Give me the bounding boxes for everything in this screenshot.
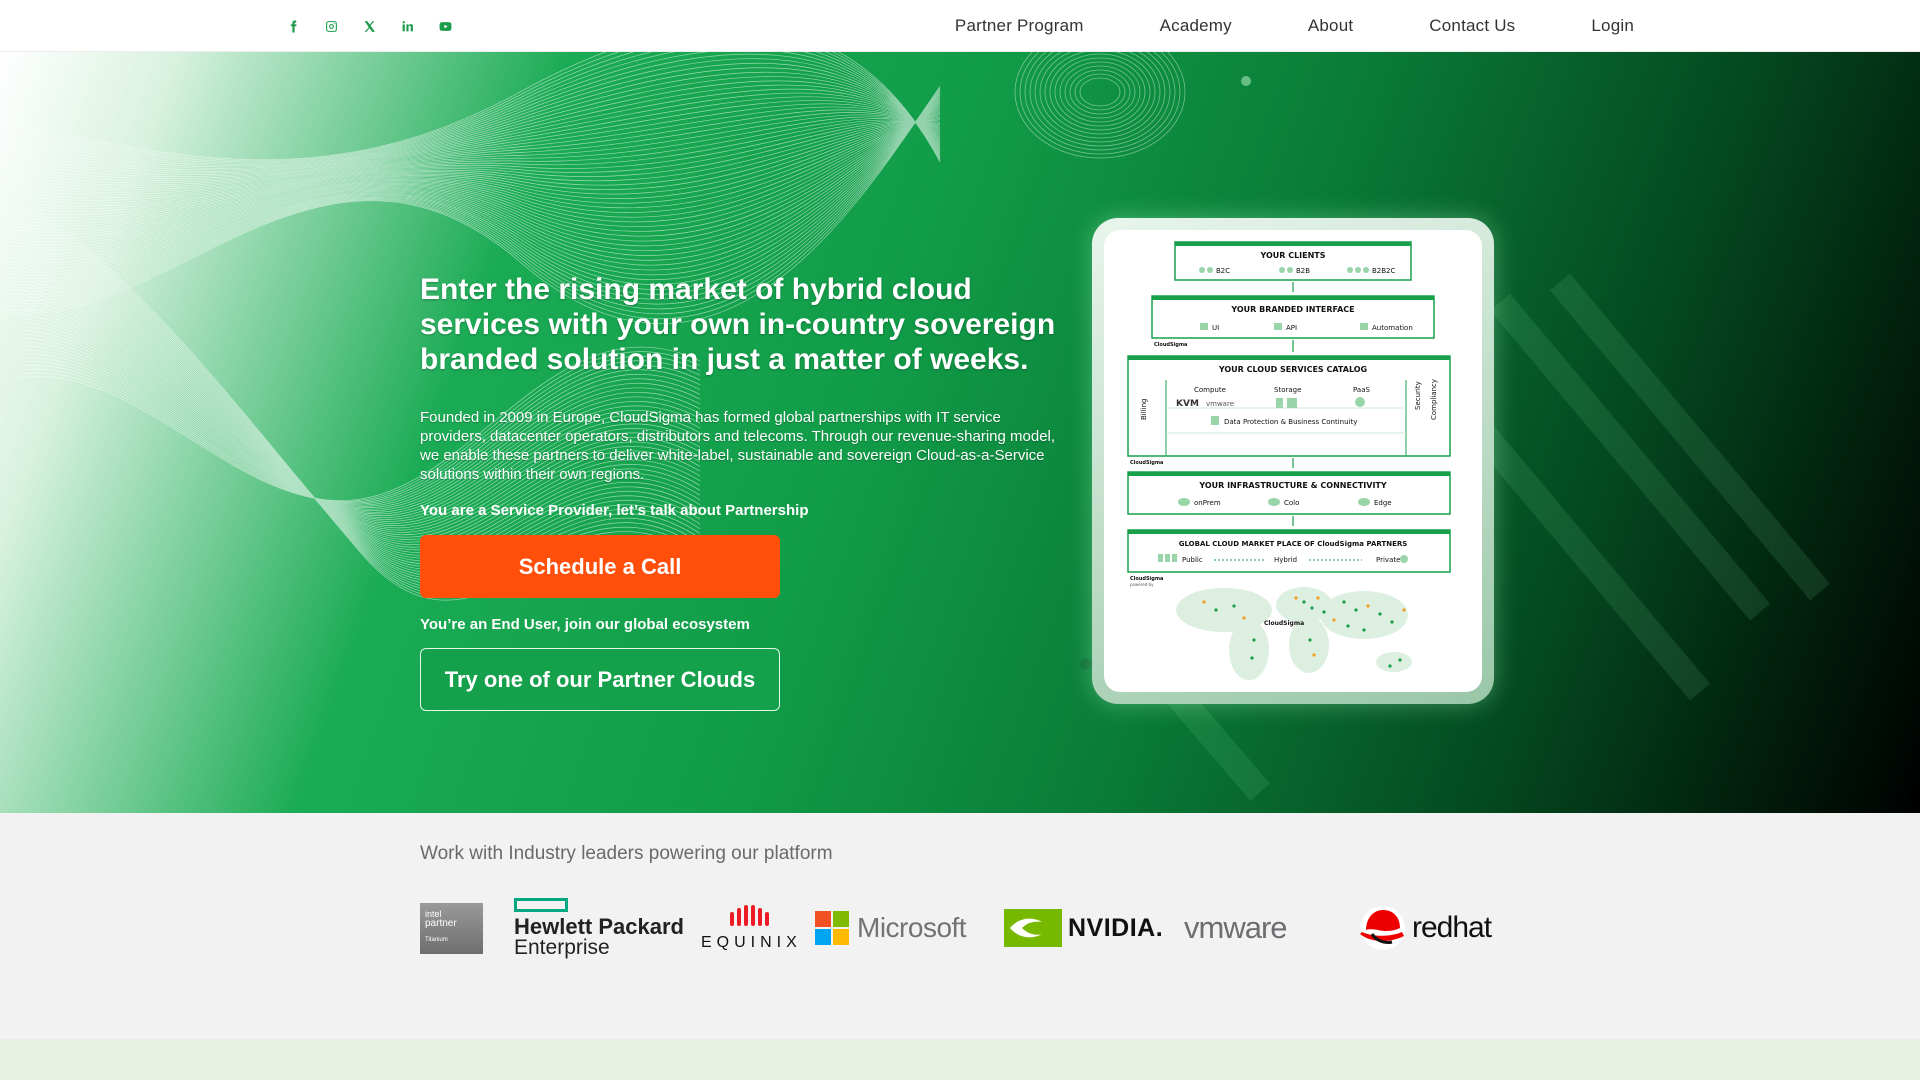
infra-edge: Edge (1374, 499, 1392, 507)
microsoft-logo-text: Microsoft (857, 912, 967, 943)
map-location-dot (1202, 600, 1206, 604)
vmware-mini-label: vmware (1206, 400, 1234, 408)
map-location-dot (1308, 638, 1312, 642)
world-map-graphic (1176, 587, 1412, 680)
youtube-icon[interactable] (435, 16, 455, 36)
map-location-dot (1242, 616, 1246, 620)
hero-content: Enter the rising market of hybrid cloud … (420, 272, 1060, 711)
intel-partner-logo: intel partner Titanium (420, 883, 483, 973)
clients-title: YOUR CLIENTS (1259, 251, 1325, 260)
client-b2b2c: B2B2C (1372, 267, 1396, 275)
map-location-dot (1316, 596, 1320, 600)
nav-partner-program[interactable]: Partner Program (917, 16, 1122, 36)
map-location-dot (1354, 608, 1358, 612)
hero-section: Enter the rising market of hybrid cloud … (0, 52, 1920, 813)
nav-academy[interactable]: Academy (1122, 16, 1270, 36)
map-location-dot (1302, 600, 1306, 604)
equinix-logo: EQUINIX (701, 883, 802, 973)
map-location-dot (1390, 620, 1394, 624)
footer-band (0, 1039, 1920, 1080)
map-location-dot (1332, 618, 1336, 622)
equinix-logo-text: EQUINIX (701, 934, 802, 951)
catalog-title: YOUR CLOUD SERVICES CATALOG (1218, 365, 1367, 374)
x-icon[interactable] (359, 16, 379, 36)
social-links (283, 16, 455, 36)
map-location-dot (1366, 604, 1370, 608)
top-navigation-bar: Partner Program Academy About Contact Us… (0, 0, 1920, 52)
facebook-icon[interactable] (283, 16, 303, 36)
security-label: Security (1414, 381, 1422, 410)
map-brand-label: CloudSigma (1264, 620, 1304, 627)
nvidia-logo-text: NVIDIA. (1068, 913, 1164, 942)
try-partner-clouds-button[interactable]: Try one of our Partner Clouds (420, 648, 780, 711)
client-b2b: B2B (1296, 267, 1310, 275)
infra-title: YOUR INFRASTRUCTURE & CONNECTIVITY (1198, 481, 1387, 490)
linkedin-icon[interactable] (397, 16, 417, 36)
map-location-dot (1250, 656, 1254, 660)
catalog-paas: PaaS (1353, 386, 1370, 394)
map-location-dot (1346, 624, 1350, 628)
nvidia-logo: NVIDIA. (1004, 883, 1163, 973)
interface-ui: UI (1212, 324, 1219, 332)
nav-contact-us[interactable]: Contact Us (1391, 16, 1553, 36)
map-location-dot (1402, 608, 1406, 612)
intel-logo-line1: intel (425, 908, 442, 919)
architecture-diagram: YOUR CLIENTS B2C B2B B2B2C YOUR BRANDED … (1104, 230, 1482, 692)
microsoft-logo: Microsoft (815, 883, 967, 973)
map-location-dot (1310, 606, 1314, 610)
service-provider-label: You are a Service Provider, let’s talk a… (420, 502, 809, 519)
catalog-brand-label: CloudSigma (1130, 460, 1163, 466)
end-user-label: You’re an End User, join our global ecos… (420, 616, 750, 633)
hero-intro-text: Founded in 2009 in Europe, CloudSigma ha… (420, 409, 1056, 483)
redhat-logo-text: redhat (1412, 911, 1492, 944)
interface-title: YOUR BRANDED INTERFACE (1230, 305, 1354, 314)
client-b2c: B2C (1216, 267, 1230, 275)
partners-title: Work with Industry leaders powering our … (420, 843, 833, 864)
hero-headline: Enter the rising market of hybrid cloud … (420, 273, 1056, 376)
main-nav: Partner Program Academy About Contact Us… (917, 0, 1634, 52)
map-location-dot (1312, 653, 1316, 657)
map-location-dot (1214, 608, 1218, 612)
map-location-dot (1342, 600, 1346, 604)
map-location-dot (1398, 658, 1402, 662)
compliancy-label: Compliancy (1430, 379, 1438, 420)
vmware-logo-text: vmware (1184, 910, 1288, 945)
hpe-logo-line2: Enterprise (514, 936, 610, 959)
vmware-logo: vmware (1184, 883, 1288, 973)
interface-automation: Automation (1372, 324, 1413, 332)
architecture-diagram-tablet: YOUR CLIENTS B2C B2B B2B2C YOUR BRANDED … (1092, 218, 1494, 704)
marketplace-title: GLOBAL CLOUD MARKET PLACE OF CloudSigma … (1179, 540, 1408, 548)
market-hybrid: Hybrid (1274, 556, 1297, 564)
map-location-dot (1378, 612, 1382, 616)
schedule-call-button[interactable]: Schedule a Call (420, 535, 780, 598)
interface-api: API (1286, 324, 1297, 332)
map-location-dot (1322, 610, 1326, 614)
nav-about[interactable]: About (1270, 16, 1391, 36)
hpe-logo-line1: Hewlett Packard (514, 914, 684, 939)
market-private: Private (1376, 556, 1400, 564)
redhat-logo: redhat (1358, 883, 1492, 973)
nav-login[interactable]: Login (1553, 16, 1634, 36)
hpe-logo: Hewlett Packard Enterprise (514, 883, 684, 973)
map-location-dot (1252, 638, 1256, 642)
kvm-label: KVM (1176, 399, 1199, 409)
market-powered-by-label: powered by (1130, 582, 1154, 587)
partners-section: Work with Industry leaders powering our … (0, 813, 1920, 1039)
intel-logo-line2: partner (425, 917, 457, 929)
market-public: Public (1182, 556, 1203, 564)
infra-onprem: onPrem (1194, 499, 1221, 507)
map-location-dot (1294, 596, 1298, 600)
billing-label: Billing (1140, 399, 1148, 420)
map-location-dot (1232, 604, 1236, 608)
catalog-storage: Storage (1274, 386, 1301, 394)
map-location-dot (1362, 628, 1366, 632)
interface-brand-label: CloudSigma (1154, 342, 1187, 348)
infra-colo: Colo (1284, 499, 1299, 507)
catalog-compute: Compute (1194, 386, 1226, 394)
intel-logo-line3: Titanium (425, 936, 448, 943)
instagram-icon[interactable] (321, 16, 341, 36)
data-protection-label: Data Protection & Business Continuity (1224, 418, 1357, 426)
map-location-dot (1388, 664, 1392, 668)
